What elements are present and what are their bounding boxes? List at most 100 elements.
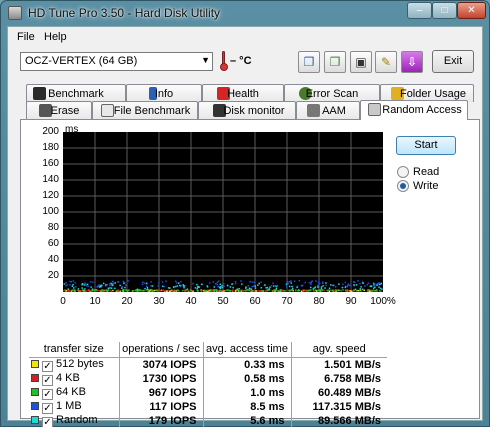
write-radio[interactable]: Write xyxy=(397,180,477,194)
data-point xyxy=(151,285,154,287)
start-button[interactable]: Start xyxy=(396,136,456,155)
data-point xyxy=(359,282,361,285)
data-point xyxy=(253,290,256,292)
data-point xyxy=(100,289,103,292)
data-point xyxy=(192,282,194,285)
data-point xyxy=(98,284,101,286)
read-radio-label: Read xyxy=(413,166,440,178)
data-point xyxy=(228,289,231,292)
y-tick-label: 160 xyxy=(42,158,59,169)
data-point xyxy=(180,280,182,283)
plot-area xyxy=(63,132,383,292)
tab-label: Error Scan xyxy=(305,88,359,100)
menu-bar: File Help xyxy=(8,27,482,47)
data-point xyxy=(172,286,175,288)
data-point xyxy=(142,290,145,292)
maximize-button[interactable]: □ xyxy=(432,2,457,19)
data-point xyxy=(184,290,186,292)
tab-health[interactable]: Health xyxy=(202,84,284,102)
copy-info-button[interactable]: ❐ xyxy=(298,51,320,73)
save-button[interactable]: ▣ xyxy=(350,51,372,73)
download-button[interactable]: ⇩ xyxy=(401,51,423,73)
data-point xyxy=(91,288,94,290)
data-point xyxy=(87,285,89,288)
data-point xyxy=(90,286,92,288)
data-point xyxy=(161,281,164,283)
data-point xyxy=(356,289,358,292)
data-point xyxy=(269,286,271,288)
series-checkbox[interactable]: ✓ xyxy=(42,403,53,414)
data-point xyxy=(110,282,113,285)
menu-help[interactable]: Help xyxy=(44,31,67,43)
data-point xyxy=(111,284,113,287)
data-point xyxy=(81,283,84,286)
data-point xyxy=(374,284,376,286)
tab-random-access[interactable]: Random Access xyxy=(360,100,468,120)
data-point xyxy=(353,284,355,286)
title-bar[interactable]: HD Tune Pro 3.50 - Hard Disk Utility ‒ □… xyxy=(1,1,489,25)
data-point xyxy=(248,287,251,290)
data-point xyxy=(72,283,74,286)
data-point xyxy=(108,284,111,287)
data-point xyxy=(353,281,356,283)
options-button[interactable]: ✎ xyxy=(375,51,397,73)
speed-cell: 89.566 MB/s xyxy=(318,415,381,427)
data-point xyxy=(150,288,153,291)
data-point xyxy=(213,286,216,288)
data-point xyxy=(110,287,113,289)
series-checkbox[interactable]: ✓ xyxy=(42,389,53,400)
read-radio[interactable]: Read xyxy=(397,166,477,180)
tab-aam[interactable]: AAM xyxy=(296,101,360,119)
data-point xyxy=(84,290,86,292)
tab-disk-monitor[interactable]: Disk monitor xyxy=(198,101,296,119)
data-point xyxy=(79,290,81,292)
data-point xyxy=(122,280,125,283)
header-access-time: avg. access time xyxy=(203,342,292,358)
data-point xyxy=(335,289,337,291)
data-point xyxy=(322,285,324,287)
data-point xyxy=(276,284,279,287)
drive-select[interactable]: OCZ-VERTEX (64 GB) ▼ xyxy=(20,52,213,71)
write-radio-label: Write xyxy=(413,180,439,192)
data-point xyxy=(84,288,86,290)
tab-erase[interactable]: Erase xyxy=(26,101,92,119)
data-point xyxy=(81,287,83,289)
menu-file[interactable]: File xyxy=(17,31,35,43)
data-point xyxy=(314,286,317,288)
data-point xyxy=(163,285,165,288)
x-tick-label: 70 xyxy=(281,296,293,307)
data-point xyxy=(368,289,370,291)
data-point xyxy=(219,289,221,292)
data-point xyxy=(373,283,375,285)
data-point xyxy=(361,288,364,291)
tab-info[interactable]: Info xyxy=(126,84,202,102)
exit-button[interactable]: Exit xyxy=(432,50,474,73)
data-point xyxy=(112,280,114,283)
data-point xyxy=(340,290,343,292)
data-point xyxy=(219,287,222,290)
data-point xyxy=(144,287,146,290)
series-checkbox[interactable]: ✓ xyxy=(42,375,53,386)
data-point xyxy=(229,289,232,292)
series-checkbox[interactable]: ✓ xyxy=(42,417,53,427)
table-row: ✓ 4 KB 1730 IOPS 0.58 ms 6.758 MB/s xyxy=(29,372,387,386)
random-access-panel: ms 200 180 160 140 120 100 80 60 40 20 0 10 20 30 40 5… xyxy=(20,119,480,427)
data-point xyxy=(332,284,334,287)
data-point xyxy=(242,290,245,292)
series-checkbox[interactable]: ✓ xyxy=(42,361,53,372)
data-point xyxy=(293,280,296,282)
data-point xyxy=(288,280,291,283)
data-point xyxy=(348,284,351,287)
speed-cell: 1.501 MB/s xyxy=(324,359,381,371)
x-tick-label: 50 xyxy=(217,296,229,307)
data-point xyxy=(86,283,89,286)
data-point xyxy=(360,286,362,288)
close-button[interactable]: ✕ xyxy=(457,2,486,19)
tab-benchmark[interactable]: Benchmark xyxy=(26,84,126,102)
minimize-button[interactable]: ‒ xyxy=(407,2,432,19)
copy-screen-button[interactable]: ❐ xyxy=(324,51,346,73)
data-point xyxy=(223,285,225,287)
tab-file-benchmark[interactable]: File Benchmark xyxy=(92,101,198,119)
data-point xyxy=(93,289,96,292)
window-title: HD Tune Pro 3.50 - Hard Disk Utility xyxy=(28,6,221,20)
